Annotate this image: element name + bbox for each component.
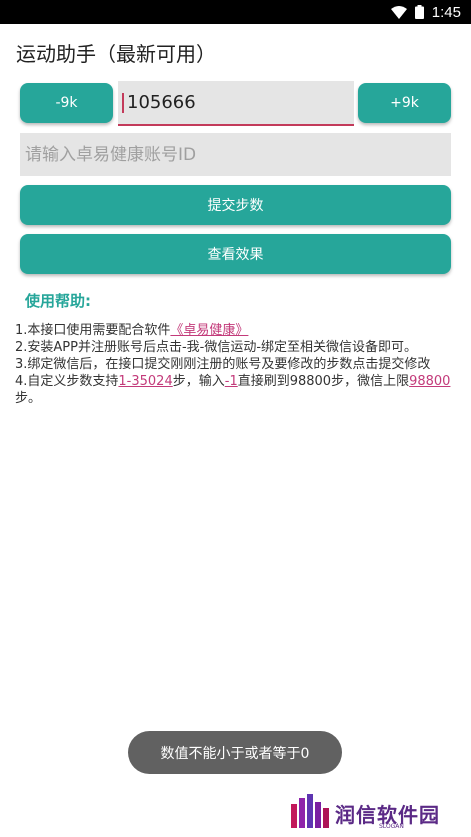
- wifi-icon: [390, 5, 407, 19]
- toast-message: 数值不能小于或者等于0: [128, 731, 342, 774]
- page-title: 运动助手（最新可用）: [16, 42, 216, 66]
- submit-steps-button[interactable]: 提交步数: [20, 185, 451, 225]
- watermark-logo-icon: [291, 794, 329, 832]
- limit-link[interactable]: 98800: [409, 374, 450, 389]
- battery-icon: [414, 5, 424, 19]
- watermark: 润信软件园 SLOGAN: [291, 794, 440, 832]
- help-heading: 使用帮助:: [25, 292, 91, 310]
- increase-9k-button[interactable]: +9k: [358, 83, 451, 123]
- range-link[interactable]: 1-35024: [118, 374, 172, 389]
- account-id-input[interactable]: [20, 133, 451, 176]
- help-line-2: 2.安装APP并注册账号后点击-我-微信运动-绑定至相关微信设备即可。: [15, 340, 418, 355]
- watermark-slogan: SLOGAN: [379, 823, 404, 830]
- status-time: 1:45: [431, 3, 461, 21]
- check-result-button[interactable]: 查看效果: [20, 234, 451, 274]
- help-line-4: 4.自定义步数支持1-35024步，输入-1直接刷到98800步，微信上限988…: [15, 374, 451, 406]
- steps-value: 105666: [127, 92, 196, 113]
- help-text: 1.本接口使用需要配合软件《卓易健康》 2.安装APP并注册账号后点击-我-微信…: [15, 322, 455, 407]
- app-link[interactable]: 《卓易健康》: [170, 323, 248, 338]
- decrease-9k-button[interactable]: -9k: [20, 83, 113, 123]
- help-line-1: 1.本接口使用需要配合软件《卓易健康》: [15, 323, 249, 338]
- help-line-3: 3.绑定微信后，在接口提交刚刚注册的账号及要修改的步数点击提交修改: [15, 357, 431, 372]
- status-bar: 1:45: [0, 0, 471, 24]
- text-cursor: [122, 92, 124, 113]
- steps-input[interactable]: 105666: [118, 81, 354, 126]
- minus-one-link[interactable]: -1: [225, 374, 238, 389]
